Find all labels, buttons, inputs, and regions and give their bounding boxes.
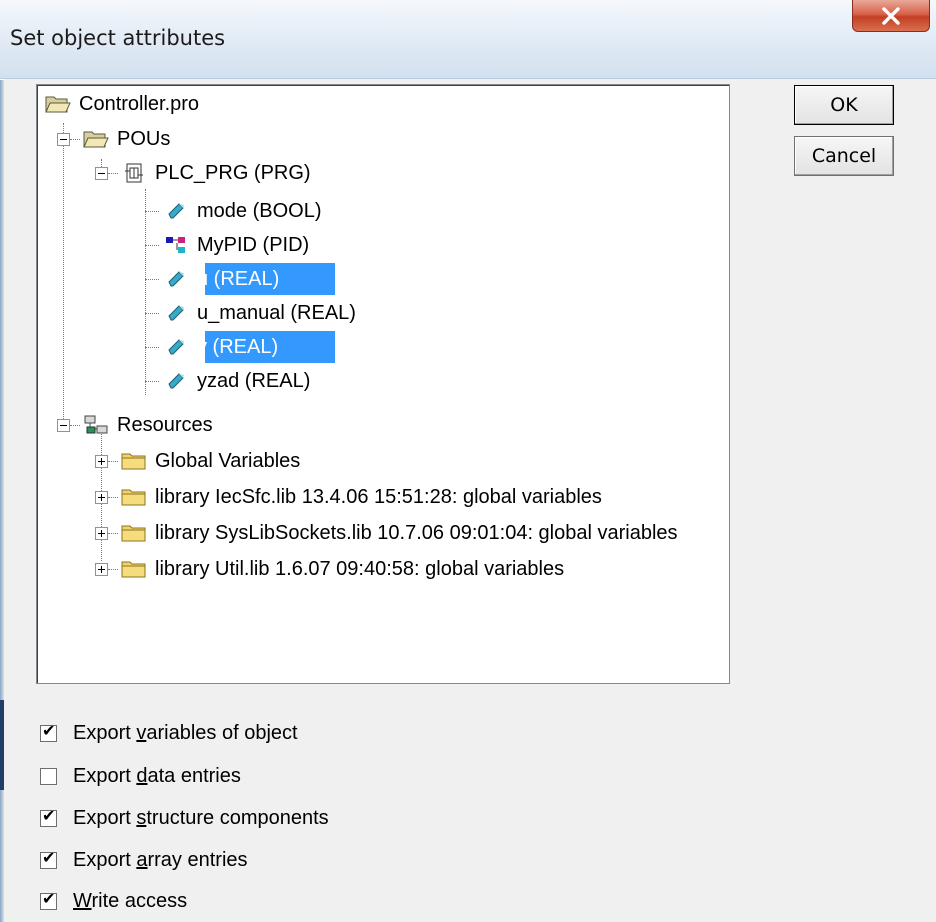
tree-node-library-syslibsockets[interactable]: library SysLibSockets.lib 10.7.06 09:01:… [121, 516, 684, 550]
collapse-toggle-plc-prg[interactable] [95, 167, 108, 180]
tree-line [108, 173, 118, 174]
tree-node-label: Global Variables [155, 449, 301, 472]
tree-node-var-y[interactable]: y (REAL) [163, 330, 284, 364]
tree-node-library-util[interactable]: library Util.lib 1.6.07 09:40:58: global… [121, 552, 570, 586]
option-label: Export structure components [73, 806, 329, 829]
export-data-entries-checkbox[interactable] [40, 767, 57, 785]
tree-node-var-yzad[interactable]: yzad (REAL) [163, 364, 316, 398]
close-x-icon [881, 6, 901, 25]
option-label: Export variables of object [73, 721, 298, 744]
tree-line [70, 139, 80, 140]
write-access-checkbox[interactable] [40, 889, 57, 910]
tree-node-label: library SysLibSockets.lib 10.7.06 09:01:… [155, 521, 678, 544]
tree-node-var-mode[interactable]: mode (BOOL) [163, 194, 327, 228]
folder-icon [121, 558, 147, 580]
ok-button[interactable]: OK [794, 85, 894, 125]
export-data-entries-option[interactable]: Export data entries [40, 761, 241, 791]
close-button[interactable] [852, 0, 930, 32]
tree-node-label: y (REAL) [197, 335, 279, 358]
tree-line [145, 211, 159, 212]
tree-node-var-u-manual[interactable]: u_manual (REAL) [163, 296, 362, 330]
variable-icon [163, 200, 189, 222]
folder-icon [121, 450, 147, 472]
program-icon [121, 162, 147, 184]
object-tree[interactable]: Controller.pro POUs PLC_PRG (PRG) mode (… [36, 84, 730, 684]
option-label: Export array entries [73, 848, 248, 871]
tree-node-label: library Util.lib 1.6.07 09:40:58: global… [155, 557, 565, 580]
tree-line [108, 461, 118, 462]
variable-icon [163, 370, 189, 392]
tree-node-pous[interactable]: POUs [83, 122, 176, 156]
window-title: Set object attributes [10, 26, 226, 50]
tree-node-label: MyPID (PID) [197, 233, 310, 256]
tree-line [145, 189, 146, 395]
tree-node-var-u[interactable]: u (REAL) [163, 262, 285, 296]
variable-icon [163, 336, 189, 358]
expand-toggle-iecsfc[interactable] [95, 491, 108, 504]
tree-node-label: Resources [117, 413, 213, 436]
tree-line [145, 381, 159, 382]
export-variables-option[interactable]: Export variables of object [40, 718, 298, 748]
cancel-button[interactable]: Cancel [794, 136, 894, 176]
tree-line [145, 313, 159, 314]
tree-node-var-mypid[interactable]: MyPID (PID) [163, 228, 315, 262]
title-bar: Set object attributes [0, 0, 936, 79]
option-label: Write access [73, 889, 188, 912]
expand-toggle-global-variables[interactable] [95, 455, 108, 468]
tree-line [70, 425, 80, 426]
option-label: Export data entries [73, 764, 241, 787]
tree-line [108, 533, 118, 534]
expand-toggle-syslibsockets[interactable] [95, 527, 108, 540]
tree-node-library-iecsfc[interactable]: library IecSfc.lib 13.4.06 15:51:28: glo… [121, 480, 608, 514]
export-array-entries-option[interactable]: Export array entries [40, 845, 248, 875]
export-structure-components-option[interactable]: Export structure components [40, 803, 329, 833]
tree-node-label: u (REAL) [197, 267, 280, 290]
export-variables-checkbox[interactable] [40, 721, 57, 742]
tree-node-global-variables[interactable]: Global Variables [121, 444, 306, 478]
folder-icon [121, 522, 147, 544]
open-folder-icon [83, 128, 109, 150]
tree-line [63, 123, 64, 425]
expand-toggle-util[interactable] [95, 563, 108, 576]
tree-node-label: yzad (REAL) [197, 369, 311, 392]
folder-icon [121, 486, 147, 508]
tree-node-label: mode (BOOL) [197, 199, 322, 222]
variable-icon [163, 268, 189, 290]
tree-node-label: POUs [117, 127, 171, 150]
tree-node-label: u_manual (REAL) [197, 301, 356, 324]
tree-node-resources[interactable]: Resources [83, 408, 219, 442]
tree-line [145, 347, 159, 348]
write-access-option[interactable]: Write access [40, 886, 187, 916]
tree-line [108, 497, 118, 498]
tree-node-plc-prg[interactable]: PLC_PRG (PRG) [121, 156, 317, 190]
tree-line [145, 245, 159, 246]
function-block-icon [163, 234, 189, 256]
open-folder-icon [45, 93, 71, 115]
collapse-toggle-resources[interactable] [57, 419, 70, 432]
variable-icon [163, 302, 189, 324]
tree-node-root[interactable]: Controller.pro [45, 87, 205, 121]
tree-node-label: PLC_PRG (PRG) [155, 161, 311, 184]
tree-node-label: Controller.pro [79, 92, 200, 115]
collapse-toggle-pous[interactable] [57, 133, 70, 146]
tree-line [145, 279, 159, 280]
tree-line [108, 569, 118, 570]
export-array-entries-checkbox[interactable] [40, 848, 57, 869]
resources-icon [83, 414, 109, 436]
tree-node-label: library IecSfc.lib 13.4.06 15:51:28: glo… [155, 485, 602, 508]
export-structure-components-checkbox[interactable] [40, 806, 57, 827]
